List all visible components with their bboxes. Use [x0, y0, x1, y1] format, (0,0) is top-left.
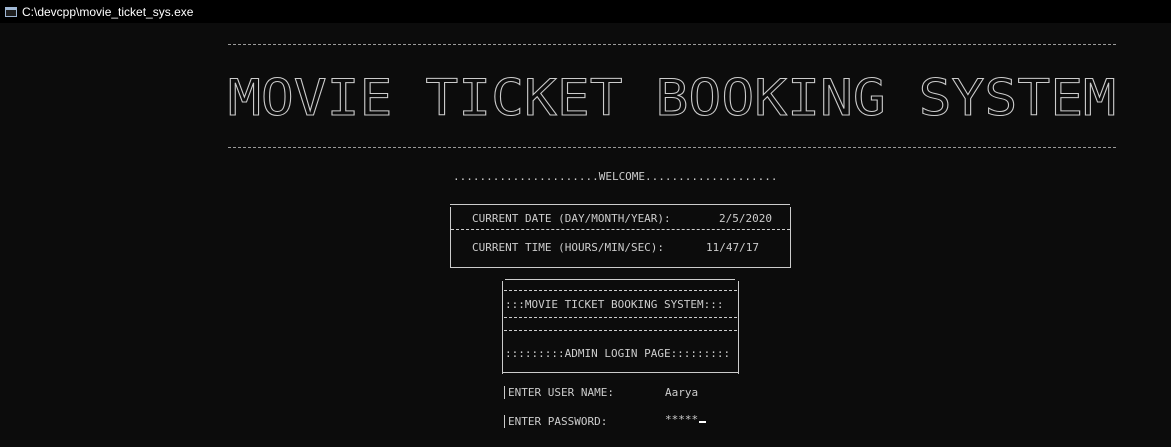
- menu-box-left: [502, 281, 503, 374]
- window-title: C:\devcpp\movie_ticket_sys.exe: [22, 4, 194, 19]
- welcome-line: ......................WELCOME...........…: [453, 170, 778, 183]
- text-cursor: [699, 421, 707, 423]
- time-label: CURRENT TIME (HOURS/MIN/SEC):: [472, 241, 665, 254]
- datetime-box-right: [790, 207, 791, 268]
- menu-box-dash-2: [504, 317, 737, 318]
- username-bar: [504, 386, 505, 399]
- menu-box-top: [505, 279, 735, 280]
- banner-text: MOVIE TICKET BOOKING SYSTEM: [228, 69, 1116, 123]
- password-value: *****: [665, 413, 699, 426]
- console-app-icon: [5, 6, 17, 17]
- title-bar: C:\devcpp\movie_ticket_sys.exe: [0, 0, 1171, 23]
- time-value: 11/47/17: [706, 241, 759, 254]
- datetime-box-bottom: [450, 267, 791, 268]
- menu-box-dash-3: [504, 330, 737, 331]
- date-value: 2/5/2020: [719, 212, 772, 225]
- datetime-box-top: [450, 204, 790, 205]
- date-label: CURRENT DATE (DAY/MONTH/YEAR):: [472, 212, 671, 225]
- menu-box-dash-1: [504, 290, 737, 291]
- banner-bottom-rule: [228, 147, 1116, 148]
- console-area[interactable]: MOVIE TICKET BOOKING SYSTEM ............…: [0, 23, 1171, 447]
- username-value[interactable]: Aarya: [665, 386, 698, 400]
- system-title: :::MOVIE TICKET BOOKING SYSTEM:::: [505, 298, 724, 311]
- datetime-box-divider: [451, 229, 790, 230]
- menu-box-bottom: [503, 372, 739, 373]
- datetime-box-left: [450, 207, 451, 268]
- menu-box-right: [738, 281, 739, 374]
- password-label: ENTER PASSWORD:: [508, 415, 608, 428]
- username-label: ENTER USER NAME:: [508, 386, 614, 399]
- password-field[interactable]: *****: [665, 413, 707, 427]
- admin-login-title: :::::::::ADMIN LOGIN PAGE:::::::::: [505, 347, 731, 360]
- ascii-banner: MOVIE TICKET BOOKING SYSTEM: [228, 69, 1116, 124]
- password-bar: [504, 415, 505, 428]
- banner-top-rule: [228, 44, 1116, 45]
